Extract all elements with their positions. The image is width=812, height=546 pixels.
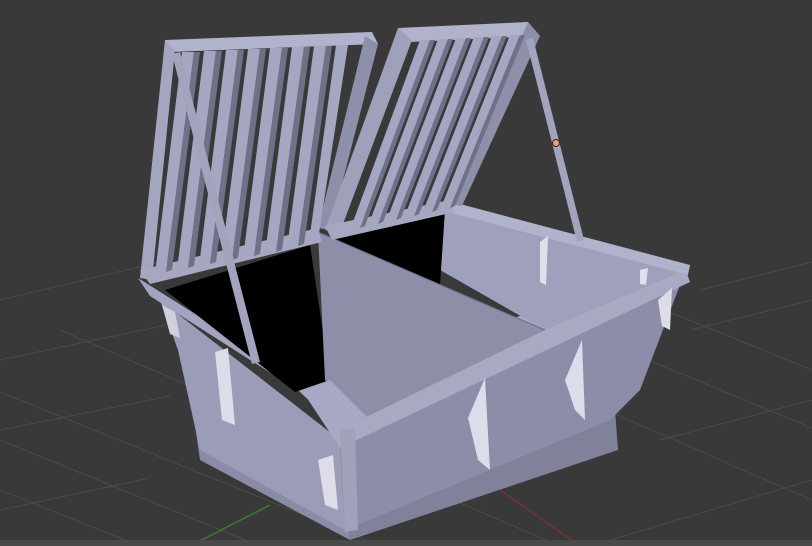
viewport-bottom-edge — [0, 540, 812, 546]
viewport-canvas[interactable] — [0, 0, 812, 546]
selected-vertex[interactable] — [552, 139, 560, 147]
3d-viewport[interactable] — [0, 0, 812, 546]
